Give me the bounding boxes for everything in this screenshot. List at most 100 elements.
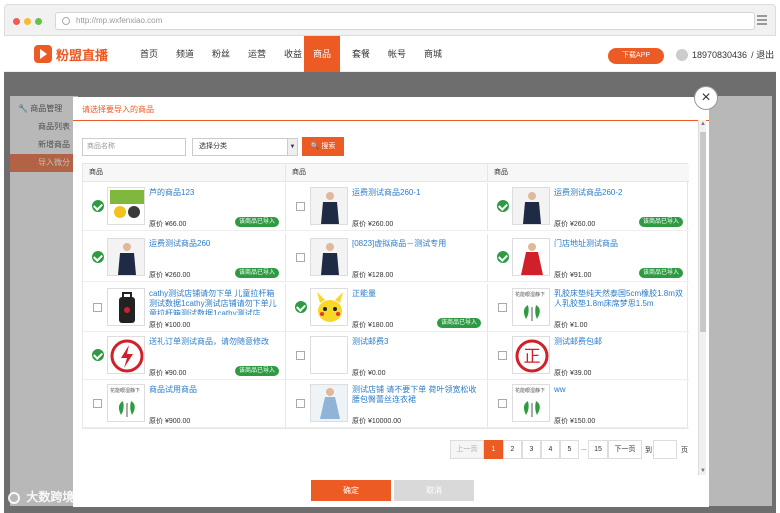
checkmark-icon[interactable] <box>92 200 104 212</box>
product-checkbox[interactable] <box>498 303 507 312</box>
nav-mall[interactable]: 商城 <box>415 36 451 72</box>
product-checkbox[interactable] <box>498 351 507 360</box>
product-name-input[interactable]: 商品名称 <box>82 138 186 156</box>
next-page-button[interactable]: 下一页 <box>608 440 642 459</box>
checkmark-icon[interactable] <box>295 301 307 313</box>
address-bar[interactable]: http://mp.wxfenxiao.com <box>55 12 755 30</box>
nav-channel[interactable]: 频道 <box>167 36 203 72</box>
product-name-link[interactable]: 商品试用商品 <box>149 385 281 411</box>
imported-badge: 该商品已导入 <box>234 268 279 278</box>
scroll-down-icon[interactable]: ▼ <box>700 467 706 475</box>
product-card[interactable]: 芦的商品123 原价 ¥66.00 该商品已导入 <box>83 183 285 231</box>
product-checkbox[interactable] <box>296 253 305 262</box>
checkmark-icon[interactable] <box>92 349 104 361</box>
modal-title: 请选择要导入的商品 <box>82 105 154 114</box>
product-name-link[interactable]: 测试邮费3 <box>352 337 484 363</box>
sidebar-item-add-product[interactable]: 新增商品 <box>10 136 78 154</box>
product-checkbox[interactable] <box>498 399 507 408</box>
product-price: 原价 ¥100.00 <box>149 322 191 329</box>
product-name-link[interactable]: 运费测试商品260 <box>149 239 281 265</box>
product-name-link[interactable]: ww <box>554 385 686 411</box>
checkmark-icon[interactable] <box>497 251 509 263</box>
nav-packages[interactable]: 套餐 <box>343 36 379 72</box>
last-page-button[interactable]: 15 <box>588 440 608 459</box>
modal-scrollbar[interactable]: ▲ ▼ <box>698 120 706 475</box>
page-button[interactable]: 5 <box>560 440 579 459</box>
product-thumbnail: 花能眼湿静下 <box>107 384 145 422</box>
product-card[interactable]: 运费测试商品260-1 原价 ¥260.00 <box>285 183 487 231</box>
product-thumbnail <box>310 288 348 326</box>
product-checkbox[interactable] <box>296 399 305 408</box>
product-thumbnail: 花能眼湿静下 <box>512 384 550 422</box>
product-card[interactable]: cathy测试店铺请勿下单 儿童拉杆箱测试数据1cathy测试店铺请勿下单儿童拉… <box>83 284 285 332</box>
scroll-thumb[interactable] <box>700 132 706 332</box>
product-thumbnail <box>512 238 550 276</box>
chevron-down-icon[interactable]: ▼ <box>287 139 297 155</box>
product-thumbnail <box>107 336 145 374</box>
product-checkbox[interactable] <box>93 399 102 408</box>
product-name-link[interactable]: 测试店铺 请不要下单 荷叶领宽松收腰包臀蕾丝连衣裙 <box>352 385 484 411</box>
checkmark-icon[interactable] <box>92 251 104 263</box>
product-card[interactable]: 送礼订单测试商品，请勿随意修改 原价 ¥90.00 该商品已导入 <box>83 332 285 380</box>
nav-fans[interactable]: 粉丝 <box>203 36 239 72</box>
logout-link[interactable]: / 退出 <box>751 48 774 61</box>
search-icon: 🔍 <box>310 143 320 150</box>
product-card[interactable]: 运费测试商品260-2 原价 ¥260.00 该商品已导入 <box>487 183 689 231</box>
product-card[interactable]: 花能眼湿静下 乳胶床垫纯天然泰国5cm橡胶1.8m双人乳胶垫1.8m床席梦思1.5… <box>487 284 689 332</box>
product-card[interactable]: 运费测试商品260 原价 ¥260.00 该商品已导入 <box>83 234 285 282</box>
minimize-window-icon[interactable] <box>24 18 31 25</box>
product-price: 原价 ¥128.00 <box>352 272 394 279</box>
scroll-up-icon[interactable]: ▲ <box>700 120 706 128</box>
close-icon[interactable]: × <box>694 86 718 110</box>
nav-operations[interactable]: 运营 <box>239 36 275 72</box>
page-button[interactable]: 2 <box>503 440 522 459</box>
page-button[interactable]: 3 <box>522 440 541 459</box>
product-card[interactable]: 测试邮费3 原价 ¥0.00 <box>285 332 487 380</box>
logo-text: 粉盟直播 <box>56 47 109 63</box>
nav-account[interactable]: 帐号 <box>379 36 415 72</box>
menu-icon[interactable] <box>757 15 767 25</box>
confirm-button[interactable]: 确定 <box>311 480 391 501</box>
search-button[interactable]: 🔍 搜索 <box>302 137 344 156</box>
logo[interactable]: 粉盟直播 <box>34 44 108 64</box>
product-name-link[interactable]: cathy测试店铺请勿下单 儿童拉杆箱测试数据1cathy测试店铺请勿下单儿童拉… <box>149 289 281 315</box>
product-name-link[interactable]: 运费测试商品260-1 <box>352 188 484 214</box>
product-name-link[interactable]: 正能量 <box>352 289 484 315</box>
product-thumbnail <box>107 187 145 225</box>
product-card[interactable]: [0823]虚拟商品－测试专用原价 ¥128.00 <box>285 234 487 282</box>
product-card[interactable]: 门店地址测试商品 原价 ¥91.00 该商品已导入 <box>487 234 689 282</box>
product-card[interactable]: 正测试邮费包邮 原价 ¥39.00 <box>487 332 689 380</box>
product-checkbox[interactable] <box>296 202 305 211</box>
sidebar-item-import[interactable]: 导入微分 <box>10 154 78 172</box>
product-name-link[interactable]: 乳胶床垫纯天然泰国5cm橡胶1.8m双人乳胶垫1.8m床席梦思1.5m <box>554 289 686 315</box>
product-checkbox[interactable] <box>93 303 102 312</box>
product-thumbnail <box>107 238 145 276</box>
product-card[interactable]: 正能量 原价 ¥180.00 该商品已导入 <box>285 284 487 332</box>
sidebar-item-product-list[interactable]: 商品列表 <box>10 118 78 136</box>
product-checkbox[interactable] <box>296 351 305 360</box>
avatar[interactable] <box>676 48 688 61</box>
product-card[interactable]: 测试店铺 请不要下单 荷叶领宽松收腰包臀蕾丝连衣裙 原价 ¥10000.00 <box>285 380 487 428</box>
page-button[interactable]: 4 <box>541 440 560 459</box>
prev-page-button[interactable]: 上一页 <box>450 440 484 459</box>
product-card[interactable]: 花能眼湿静下 ww 原价 ¥150.00 <box>487 380 689 428</box>
nav-products[interactable]: 商品 <box>304 36 340 72</box>
goto-page-input[interactable] <box>653 440 677 459</box>
product-card[interactable]: 花能眼湿静下 商品试用商品 原价 ¥900.00 <box>83 380 285 428</box>
imported-badge: 该商品已导入 <box>436 318 481 328</box>
page-button[interactable]: 1 <box>484 440 503 459</box>
product-name-link[interactable]: 送礼订单测试商品，请勿随意修改 <box>149 337 281 363</box>
download-app-button[interactable]: 下载APP <box>608 48 664 64</box>
maximize-window-icon[interactable] <box>35 18 42 25</box>
product-name-link[interactable]: [0823]虚拟商品－测试专用 <box>352 239 484 265</box>
nav-home[interactable]: 首页 <box>131 36 167 72</box>
checkmark-icon[interactable] <box>497 200 509 212</box>
sidebar: 🔧 商品管理 商品列表 新增商品 导入微分 <box>10 96 78 506</box>
product-name-link[interactable]: 运费测试商品260-2 <box>554 188 686 214</box>
close-window-icon[interactable] <box>13 18 20 25</box>
cancel-button[interactable]: 取消 <box>394 480 474 501</box>
product-name-link[interactable]: 测试邮费包邮 <box>554 337 686 363</box>
product-name-link[interactable]: 门店地址测试商品 <box>554 239 686 265</box>
category-select[interactable]: 选择分类 ▼ <box>192 138 298 156</box>
product-name-link[interactable]: 芦的商品123 <box>149 188 281 214</box>
